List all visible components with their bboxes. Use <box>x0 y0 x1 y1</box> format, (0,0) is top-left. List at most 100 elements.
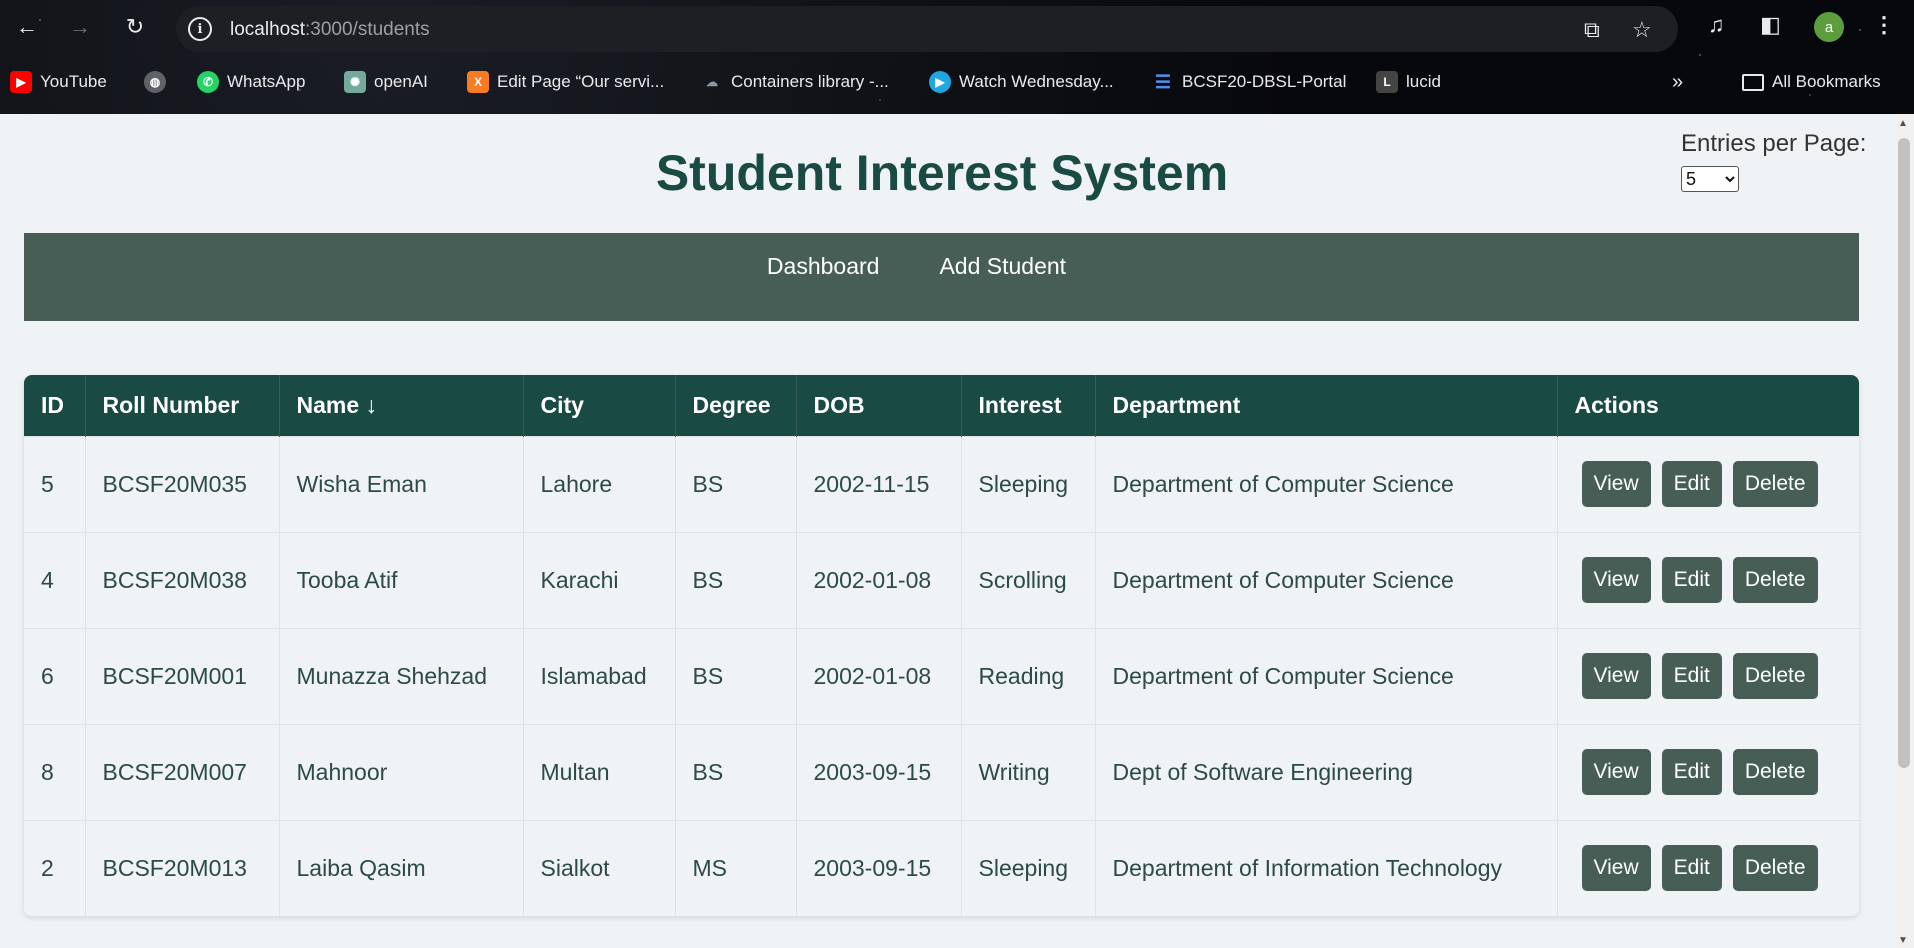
cell-city: Sialkot <box>523 819 676 916</box>
database-icon: ☰ <box>1154 71 1172 92</box>
cell-name: Munazza Shehzad <box>279 627 524 724</box>
page-scrollbar[interactable]: ▲ ▼ <box>1894 114 1914 948</box>
cell-actions: View Edit Delete <box>1557 435 1859 532</box>
cell-department: Dept of Software Engineering <box>1095 723 1558 820</box>
media-control-icon[interactable]: ♫ <box>1708 12 1725 38</box>
view-button[interactable]: View <box>1581 749 1651 795</box>
cell-city: Karachi <box>523 531 676 628</box>
bookmark-dbsl-portal[interactable]: ☰ BCSF20-DBSL-Portal <box>1152 64 1346 100</box>
delete-button[interactable]: Delete <box>1732 749 1818 795</box>
table-row: 5 BCSF20M035 Wisha Eman Lahore BS 2002-1… <box>24 435 1859 532</box>
col-name[interactable]: Name ↓ <box>279 375 524 436</box>
nav-dashboard[interactable]: Dashboard <box>767 253 880 321</box>
url-text[interactable]: localhost:3000/students <box>230 19 430 41</box>
navbar: Dashboard Add Student <box>24 233 1859 321</box>
entries-select[interactable]: 5 <box>1681 166 1739 192</box>
edit-button[interactable]: Edit <box>1661 557 1722 603</box>
delete-button[interactable]: Delete <box>1732 461 1818 507</box>
scroll-up-icon[interactable]: ▲ <box>1898 118 1908 129</box>
cell-name: Mahnoor <box>279 723 524 820</box>
profile-avatar[interactable]: a <box>1814 12 1844 42</box>
bookmark-containers[interactable]: ☁ Containers library -... <box>701 64 889 100</box>
site-info-icon[interactable]: i <box>188 17 212 41</box>
view-button[interactable]: View <box>1581 557 1651 603</box>
install-app-icon[interactable]: ⧉ <box>1584 17 1600 43</box>
entries-label: Entries per Page: <box>1681 130 1867 157</box>
side-panel-icon[interactable]: ◧ <box>1760 12 1781 38</box>
globe-icon: ◍ <box>144 71 166 93</box>
edit-button[interactable]: Edit <box>1661 845 1722 892</box>
view-button[interactable]: View <box>1581 653 1651 699</box>
nav-add-student[interactable]: Add Student <box>939 253 1066 321</box>
bookmark-globe[interactable]: ◍ <box>144 64 166 100</box>
cell-name: Tooba Atif <box>279 531 524 628</box>
col-interest[interactable]: Interest <box>961 375 1096 436</box>
col-id[interactable]: ID <box>24 375 86 436</box>
more-bookmarks-icon[interactable]: » <box>1672 64 1683 100</box>
lucid-icon: L <box>1376 71 1398 93</box>
col-roll-number[interactable]: Roll Number <box>85 375 280 436</box>
menu-kebab-icon[interactable]: ⋮ <box>1873 12 1895 38</box>
youtube-icon: ▶ <box>10 71 32 93</box>
col-dob[interactable]: DOB <box>796 375 962 436</box>
address-bar[interactable]: i localhost:3000/students ⧉ ☆ <box>176 6 1678 52</box>
delete-button[interactable]: Delete <box>1732 845 1818 892</box>
cell-degree: BS <box>675 627 797 724</box>
xampp-icon: X <box>467 71 489 93</box>
page-content: Student Interest System Entries per Page… <box>0 114 1894 948</box>
bookmark-lucid[interactable]: L lucid <box>1376 64 1441 100</box>
cell-department: Department of Computer Science <box>1095 435 1558 532</box>
reload-icon[interactable]: ↻ <box>118 10 152 44</box>
cell-name: Laiba Qasim <box>279 819 524 916</box>
whatsapp-icon: ✆ <box>197 71 219 93</box>
cell-id: 8 <box>24 723 86 820</box>
openai-icon: ✺ <box>344 71 366 93</box>
forward-icon[interactable]: → <box>63 10 97 44</box>
col-city[interactable]: City <box>523 375 676 436</box>
cell-interest: Sleeping <box>961 819 1096 916</box>
edit-button[interactable]: Edit <box>1661 461 1722 507</box>
bookmarks-bar: ▶ YouTube ◍ ✆ WhatsApp ✺ openAI X Edit P… <box>0 64 1914 100</box>
cell-city: Lahore <box>523 435 676 532</box>
browser-chrome: ← → ↻ i localhost:3000/students ⧉ ☆ ♫ ◧ … <box>0 0 1914 114</box>
cell-department: Department of Computer Science <box>1095 531 1558 628</box>
cell-name: Wisha Eman <box>279 435 524 532</box>
cell-degree: BS <box>675 723 797 820</box>
col-degree[interactable]: Degree <box>675 375 797 436</box>
all-bookmarks-button[interactable]: All Bookmarks <box>1742 64 1881 100</box>
cell-degree: MS <box>675 819 797 916</box>
table-row: 8 BCSF20M007 Mahnoor Multan BS 2003-09-1… <box>24 723 1859 820</box>
cell-interest: Writing <box>961 723 1096 820</box>
col-department[interactable]: Department <box>1095 375 1558 436</box>
bookmark-star-icon[interactable]: ☆ <box>1632 17 1652 43</box>
view-button[interactable]: View <box>1581 461 1651 507</box>
bookmark-whatsapp[interactable]: ✆ WhatsApp <box>197 64 305 100</box>
back-icon[interactable]: ← <box>10 10 44 44</box>
cell-dob: 2003-09-15 <box>796 819 962 916</box>
page-title: Student Interest System <box>655 145 1229 201</box>
bookmark-openai[interactable]: ✺ openAI <box>344 64 428 100</box>
cell-actions: View Edit Delete <box>1557 531 1859 628</box>
cell-roll-number: BCSF20M001 <box>85 627 280 724</box>
cell-degree: BS <box>675 435 797 532</box>
cell-dob: 2003-09-15 <box>796 723 962 820</box>
cell-roll-number: BCSF20M007 <box>85 723 280 820</box>
cell-city: Islamabad <box>523 627 676 724</box>
delete-button[interactable]: Delete <box>1732 653 1818 699</box>
cell-department: Department of Information Technology <box>1095 819 1558 916</box>
bookmark-youtube[interactable]: ▶ YouTube <box>10 64 107 100</box>
table-row: 4 BCSF20M038 Tooba Atif Karachi BS 2002-… <box>24 531 1859 628</box>
students-table: ID Roll Number Name ↓ City Degree DOB In… <box>24 375 1859 916</box>
cell-dob: 2002-01-08 <box>796 627 962 724</box>
scroll-thumb[interactable] <box>1898 138 1910 768</box>
edit-button[interactable]: Edit <box>1661 749 1722 795</box>
delete-button[interactable]: Delete <box>1732 557 1818 603</box>
bookmark-edit-page[interactable]: X Edit Page “Our servi... <box>467 64 664 100</box>
cell-dob: 2002-11-15 <box>796 435 962 532</box>
edit-button[interactable]: Edit <box>1661 653 1722 699</box>
view-button[interactable]: View <box>1581 845 1651 892</box>
bookmark-watch-wednesday[interactable]: ▶ Watch Wednesday... <box>929 64 1114 100</box>
scroll-down-icon[interactable]: ▼ <box>1898 935 1908 946</box>
cell-roll-number: BCSF20M035 <box>85 435 280 532</box>
cell-actions: View Edit Delete <box>1557 819 1859 916</box>
